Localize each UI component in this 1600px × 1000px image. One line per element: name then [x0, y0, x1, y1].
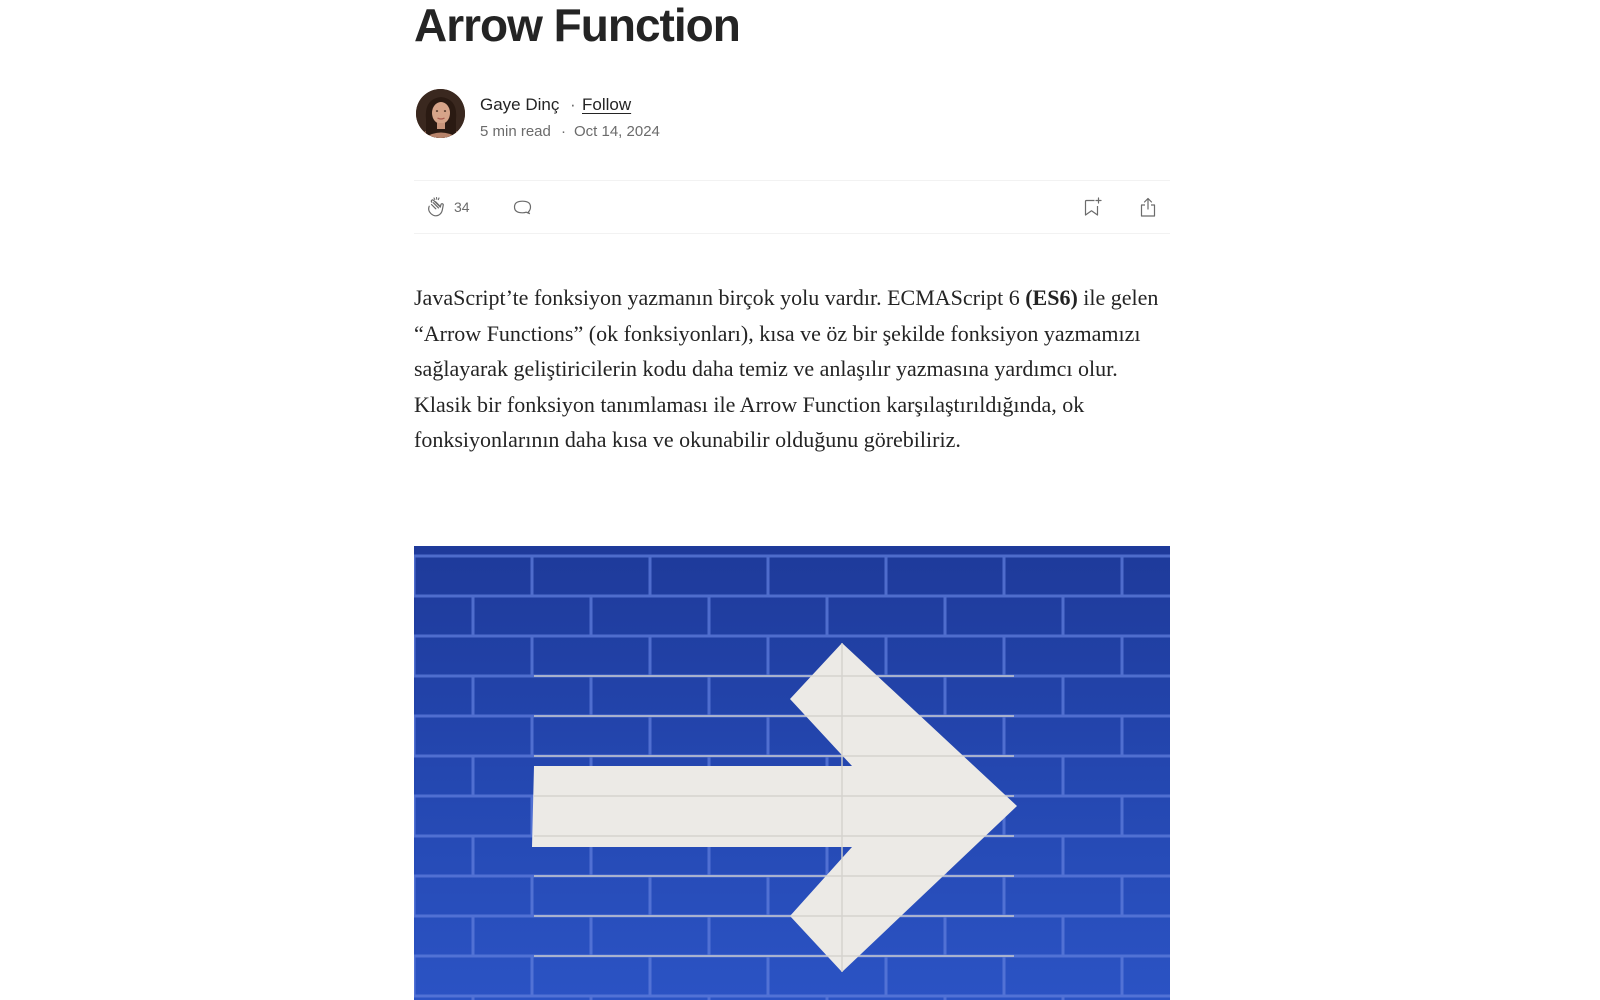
paragraph-text-start: JavaScript’te fonksiyon yazmanın birçok … — [414, 285, 1026, 310]
bookmark-button[interactable] — [1080, 194, 1104, 220]
read-time: 5 min read — [480, 123, 551, 140]
share-icon — [1140, 197, 1156, 217]
clap-count: 34 — [454, 199, 470, 215]
clap-icon — [428, 196, 444, 217]
hero-image — [414, 546, 1170, 1000]
article-title: Arrow Function — [414, 0, 741, 51]
article-action-bar: 34 — [414, 180, 1170, 234]
follow-button[interactable]: Follow — [582, 94, 631, 116]
byline-separator: · — [570, 95, 576, 114]
author-byline: Gaye Dinç · Follow 5 min read · Oct 14, … — [414, 89, 1170, 140]
author-avatar[interactable] — [416, 89, 465, 138]
clap-button[interactable]: 34 — [424, 194, 470, 220]
avatar-portrait-icon — [416, 89, 465, 138]
share-button[interactable] — [1136, 194, 1160, 220]
comment-icon — [513, 200, 532, 215]
comment-button[interactable] — [510, 194, 534, 220]
meta-separator: · — [561, 123, 566, 140]
white-arrow-on-blue-brick-wall-image — [414, 546, 1170, 1000]
paragraph-text-end: ile gelen “Arrow Functions” (ok fonksiyo… — [414, 285, 1159, 453]
publish-date: Oct 14, 2024 — [574, 123, 660, 140]
article-paragraph: JavaScript’te fonksiyon yazmanın birçok … — [414, 280, 1170, 458]
bookmark-add-icon — [1084, 197, 1102, 216]
author-name[interactable]: Gaye Dinç — [480, 94, 559, 116]
paragraph-bold-es6: (ES6) — [1025, 285, 1078, 310]
